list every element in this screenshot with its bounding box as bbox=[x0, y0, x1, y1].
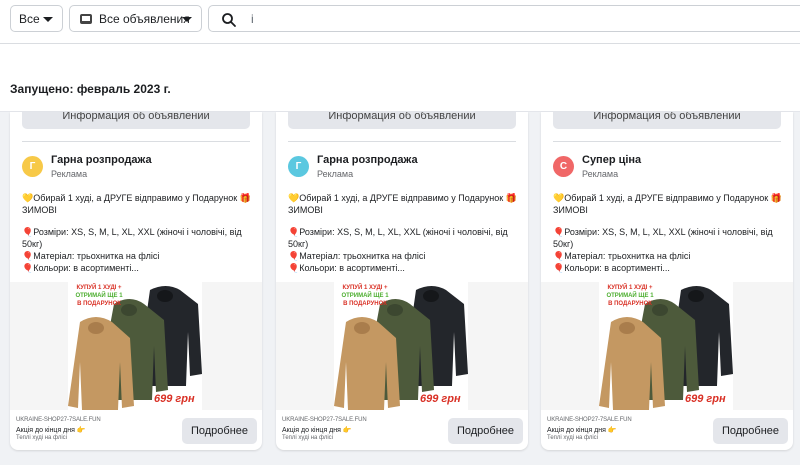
promo-line: КУПУЙ 1 ХУДІ + bbox=[76, 285, 122, 291]
launch-date-text: Запущено: февраль 2023 г. bbox=[10, 82, 171, 96]
promo-line: ОТРИМАЙ ЩЕ 1 bbox=[341, 293, 389, 299]
ad-info-button[interactable]: Информация об объявлении bbox=[22, 112, 250, 129]
hoodie-image: КУПУЙ 1 ХУДІ + ОТРИМАЙ ЩЕ 1 В ПОДАРУНОК … bbox=[334, 282, 468, 410]
promo-line: В ПОДАРУНОК bbox=[77, 301, 121, 307]
launch-date-header: Запущено: февраль 2023 г. bbox=[0, 44, 800, 112]
ad-creative-image[interactable]: КУПУЙ 1 ХУДІ + ОТРИМАЙ ЩЕ 1 В ПОДАРУНОК … bbox=[10, 282, 262, 410]
ad-headline[interactable]: Акція до кінця дня 👉 bbox=[282, 426, 352, 434]
divider bbox=[553, 141, 781, 142]
scope-dropdown[interactable]: Все bbox=[10, 5, 63, 32]
promo-line: В ПОДАРУНОК bbox=[608, 301, 652, 307]
ad-body-line: 💛Обирай 1 худі, а ДРУГЕ відправимо у Под… bbox=[553, 193, 782, 215]
learn-more-button[interactable]: Подробнее bbox=[448, 418, 523, 444]
promo-line: ОТРИМАЙ ЩЕ 1 bbox=[606, 293, 654, 299]
page-name[interactable]: Гарна розпродажа bbox=[51, 154, 152, 166]
caret-down-icon bbox=[43, 17, 53, 22]
promo-line: КУПУЙ 1 ХУДІ + bbox=[607, 285, 653, 291]
ad-body-line: 🎈Кольори: в асортименті... bbox=[22, 263, 139, 273]
learn-more-button[interactable]: Подробнее bbox=[182, 418, 257, 444]
ad-body-line: 🎈Розміри: XS, S, M, L, XL, XXL (жіночі і… bbox=[553, 227, 773, 249]
sponsored-label: Реклама bbox=[582, 169, 619, 179]
ad-card: Информация об объявлении С Супер ціна Ре… bbox=[541, 112, 793, 450]
ad-headline[interactable]: Акція до кінця дня 👉 bbox=[547, 426, 617, 434]
promo-line: В ПОДАРУНОК bbox=[343, 301, 387, 307]
page-name[interactable]: Супер ціна bbox=[582, 154, 641, 166]
avatar[interactable]: Г bbox=[22, 156, 43, 177]
ad-headline[interactable]: Акція до кінця дня 👉 bbox=[16, 426, 86, 434]
monitor-icon bbox=[80, 13, 92, 24]
ad-body-line: 🎈Розміри: XS, S, M, L, XL, XXL (жіночі і… bbox=[288, 227, 508, 249]
promo-line: КУПУЙ 1 ХУДІ + bbox=[342, 285, 388, 291]
ad-body-line: 🎈Кольори: в асортименті... bbox=[553, 263, 670, 273]
divider bbox=[22, 141, 250, 142]
promo-line: ОТРИМАЙ ЩЕ 1 bbox=[75, 293, 123, 299]
ad-domain[interactable]: UKRAINE-SHOP27-7SALE.FUN bbox=[282, 417, 367, 423]
learn-more-button[interactable]: Подробнее bbox=[713, 418, 788, 444]
sponsored-label: Реклама bbox=[317, 169, 354, 179]
filter-bar: Все Все объявления і bbox=[0, 0, 800, 44]
price-label: 699 грн bbox=[420, 393, 461, 405]
avatar[interactable]: С bbox=[553, 156, 574, 177]
ad-card: Информация об объявлении Г Гарна розпрод… bbox=[276, 112, 528, 450]
promo-text: КУПУЙ 1 ХУДІ + ОТРИМАЙ ЩЕ 1 В ПОДАРУНОК bbox=[599, 284, 661, 308]
ad-body-line: 🎈Матеріал: трьохнитка на флісі bbox=[553, 251, 691, 261]
ad-body-line: 🎈Матеріал: трьохнитка на флісі bbox=[288, 251, 426, 261]
search-field[interactable]: і bbox=[208, 5, 800, 32]
price-label: 699 грн bbox=[154, 393, 195, 405]
ad-info-button[interactable]: Информация об объявлении bbox=[288, 112, 516, 129]
ad-body-line: 💛Обирай 1 худі, а ДРУГЕ відправимо у Под… bbox=[22, 193, 251, 215]
ad-type-dropdown[interactable]: Все объявления bbox=[69, 5, 202, 32]
scope-dropdown-label: Все bbox=[19, 11, 40, 26]
ad-creative-image[interactable]: КУПУЙ 1 ХУДІ + ОТРИМАЙ ЩЕ 1 В ПОДАРУНОК … bbox=[276, 282, 528, 410]
ad-description: Теплі худі на флісі bbox=[16, 435, 68, 441]
ad-description: Теплі худі на флісі bbox=[547, 435, 599, 441]
sponsored-label: Реклама bbox=[51, 169, 88, 179]
caret-down-icon bbox=[182, 17, 192, 22]
ad-type-dropdown-label: Все объявления bbox=[99, 11, 190, 26]
ad-body-text: 💛Обирай 1 худі, а ДРУГЕ відправимо у Под… bbox=[288, 192, 518, 274]
ad-body-line: 🎈Розміри: XS, S, M, L, XL, XXL (жіночі і… bbox=[22, 227, 242, 249]
ad-domain[interactable]: UKRAINE-SHOP27-7SALE.FUN bbox=[547, 417, 632, 423]
ad-card: Информация об объявлении Г Гарна розпрод… bbox=[10, 112, 262, 450]
ad-body-line: 💛Обирай 1 худі, а ДРУГЕ відправимо у Под… bbox=[288, 193, 517, 215]
search-input[interactable]: і bbox=[251, 12, 254, 26]
search-icon bbox=[222, 13, 236, 27]
ad-body-line: 🎈Матеріал: трьохнитка на флісі bbox=[22, 251, 160, 261]
ad-body-text: 💛Обирай 1 худі, а ДРУГЕ відправимо у Под… bbox=[553, 192, 783, 274]
ad-domain[interactable]: UKRAINE-SHOP27-7SALE.FUN bbox=[16, 417, 101, 423]
promo-text: КУПУЙ 1 ХУДІ + ОТРИМАЙ ЩЕ 1 В ПОДАРУНОК bbox=[68, 284, 130, 308]
ad-body-line: 🎈Кольори: в асортименті... bbox=[288, 263, 405, 273]
ad-body-text: 💛Обирай 1 худі, а ДРУГЕ відправимо у Под… bbox=[22, 192, 252, 274]
promo-text: КУПУЙ 1 ХУДІ + ОТРИМАЙ ЩЕ 1 В ПОДАРУНОК bbox=[334, 284, 396, 308]
ad-creative-image[interactable]: КУПУЙ 1 ХУДІ + ОТРИМАЙ ЩЕ 1 В ПОДАРУНОК … bbox=[541, 282, 793, 410]
divider bbox=[288, 141, 516, 142]
avatar[interactable]: Г bbox=[288, 156, 309, 177]
price-label: 699 грн bbox=[685, 393, 726, 405]
hoodie-image: КУПУЙ 1 ХУДІ + ОТРИМАЙ ЩЕ 1 В ПОДАРУНОК … bbox=[68, 282, 202, 410]
ad-description: Теплі худі на флісі bbox=[282, 435, 334, 441]
ad-info-button[interactable]: Информация об объявлении bbox=[553, 112, 781, 129]
hoodie-image: КУПУЙ 1 ХУДІ + ОТРИМАЙ ЩЕ 1 В ПОДАРУНОК … bbox=[599, 282, 733, 410]
page-name[interactable]: Гарна розпродажа bbox=[317, 154, 418, 166]
